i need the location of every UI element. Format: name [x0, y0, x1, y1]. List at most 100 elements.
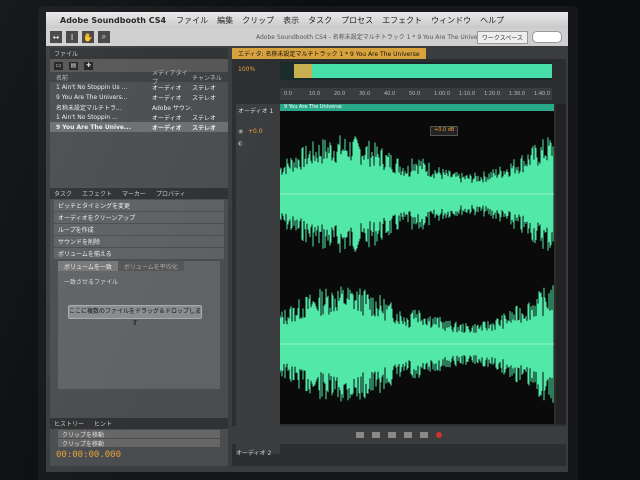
timecode-display: 00:00:00.000	[56, 450, 122, 460]
task-create-loop[interactable]: ループを作成	[54, 224, 224, 235]
overview-waveform[interactable]	[280, 62, 552, 80]
search-input[interactable]	[532, 31, 562, 43]
ruler-tick: 0.0	[284, 91, 292, 97]
menu-effects[interactable]: エフェクト	[382, 15, 422, 26]
file-name: 名称未設定マルチトラ...	[56, 104, 122, 112]
record-icon[interactable]	[436, 432, 442, 438]
tab-tasks[interactable]: タスク	[54, 189, 72, 198]
volume-subtabs: ボリュームを一致 ボリュームを平均化	[58, 261, 220, 271]
menu-process[interactable]: プロセス	[341, 15, 373, 26]
file-row-selected[interactable]: 9 You Are The Unive... オーディオ ステレオ	[50, 122, 228, 132]
track-controls: オーディオ 1 +0.0 ◉ ◐	[236, 104, 280, 454]
file-row[interactable]: 1 Ain't No Stoppin ... オーディオ ステレオ	[50, 112, 228, 122]
file-row[interactable]: 9 You Are The Univers... オーディオ ステレオ	[50, 92, 228, 102]
editor-tabs: エディタ: 名称未設定マルチトラック 1 * 9 You Are The Uni…	[232, 48, 566, 59]
col-channel[interactable]: チャンネル	[192, 73, 228, 82]
col-name[interactable]: 名前	[50, 73, 152, 82]
ruler-tick: 30.0	[359, 91, 371, 97]
file-channel: ステレオ	[192, 124, 217, 132]
files-tab[interactable]: ファイル	[54, 49, 78, 58]
open-folder-icon[interactable]: ▭	[54, 61, 63, 70]
ruler-tick: 1:10.0	[459, 91, 475, 97]
file-type: オーディオ	[152, 114, 182, 122]
clip-gain-hud[interactable]: +0.0 dB	[430, 126, 459, 136]
window-title: Adobe Soundbooth CS4 - 名称未設定マルチトラック 1 * …	[256, 34, 487, 41]
menu-help[interactable]: ヘルプ	[480, 15, 504, 26]
menu-clip[interactable]: クリップ	[242, 15, 274, 26]
ruler-tick: 40.0	[384, 91, 396, 97]
forward-icon[interactable]	[420, 432, 428, 438]
menu-view[interactable]: 表示	[283, 15, 299, 26]
history-item[interactable]: クリップを移動	[58, 439, 220, 448]
drop-files-zone[interactable]: ここに複数のファイルをドラッグ＆ドロップします	[68, 305, 202, 327]
history-item[interactable]: クリップを移動	[58, 430, 220, 439]
app-window: Adobe Soundbooth CS4 ファイル 編集 クリップ 表示 タスク…	[46, 12, 568, 472]
app-name[interactable]: Adobe Soundbooth CS4	[60, 16, 166, 25]
task-remove-sound[interactable]: サウンドを削除	[54, 236, 224, 247]
play-icon[interactable]	[388, 432, 396, 438]
file-type: Adobe サウン...	[152, 104, 192, 112]
ruler-tick: 1:00.0	[434, 91, 450, 97]
files-toolbar: ▭ ▤ ✚	[50, 59, 228, 72]
tab-tips[interactable]: ヒント	[94, 419, 112, 428]
menu-window[interactable]: ウィンドウ	[431, 15, 471, 26]
file-name: 1 Ain't No Stoppin ...	[56, 113, 118, 121]
menu-tasks[interactable]: タスク	[308, 15, 332, 26]
waveform-display[interactable]	[279, 104, 554, 424]
task-cleanup-audio[interactable]: オーディオをクリーンアップ	[54, 212, 224, 223]
file-row[interactable]: 名称未設定マルチトラ... Adobe サウン...	[50, 102, 228, 112]
menu-edit[interactable]: 編集	[217, 15, 233, 26]
volume-icon[interactable]: ◉	[238, 128, 243, 135]
tab-match-volume[interactable]: ボリュームを一致	[58, 261, 118, 271]
menu-file[interactable]: ファイル	[176, 15, 208, 26]
tab-effects[interactable]: エフェクト	[82, 189, 112, 198]
files-to-match-label: 一致させるファイル	[64, 279, 119, 286]
transport-controls	[232, 426, 566, 444]
ruler-tick: 10.0	[309, 91, 321, 97]
file-name: 9 You Are The Univers...	[56, 93, 128, 101]
waveform-track[interactable]: 9 You Are The Universe +0.0 dB	[279, 104, 554, 424]
history-panel: ヒストリー ヒント クリップを移動 クリップを移動 00:00:00.000	[50, 418, 228, 466]
go-start-icon[interactable]	[356, 432, 364, 438]
history-tabs: ヒストリー ヒント	[50, 418, 228, 429]
rewind-icon[interactable]	[372, 432, 380, 438]
files-panel-header: ファイル	[50, 48, 228, 59]
zoom-tool-icon[interactable]: ⌕	[98, 31, 110, 43]
new-file-icon[interactable]: ✚	[84, 61, 93, 70]
pan-icon[interactable]: ◐	[238, 140, 243, 147]
tab-markers[interactable]: マーカー	[122, 189, 146, 198]
ruler-tick: 50.0	[409, 91, 421, 97]
file-channel: ステレオ	[192, 84, 217, 92]
selection-tool-icon[interactable]: I	[66, 31, 78, 43]
import-icon[interactable]: ▤	[69, 61, 78, 70]
file-row[interactable]: 1 Ain't No Stoppin Us ... オーディオ ステレオ	[50, 82, 228, 92]
zoom-level[interactable]: 100%	[238, 66, 255, 73]
hand-tool-icon[interactable]: ✋	[82, 31, 94, 43]
files-column-header: 名前 メディアタイプ チャンネル	[50, 70, 228, 86]
time-ruler[interactable]: 0.0 10.0 20.0 30.0 40.0 50.0 1:00.0 1:10.0 1:20.…	[280, 88, 552, 100]
track-2-label: オーディオ 2	[236, 450, 272, 457]
match-volume-panel: ボリュームを一致 ボリュームを平均化 一致させるファイル ここに複数のファイルを…	[58, 261, 220, 389]
tab-average-volume[interactable]: ボリュームを平均化	[117, 261, 184, 271]
tab-history[interactable]: ヒストリー	[54, 419, 84, 428]
stop-icon[interactable]	[404, 432, 412, 438]
workspace-select[interactable]: ワークスペース	[476, 31, 528, 44]
ruler-tick: 20.0	[334, 91, 346, 97]
tab-editor-multitrack[interactable]: エディタ: 名称未設定マルチトラック 1 * 9 You Are The Uni…	[232, 48, 426, 59]
menu-bar: Adobe Soundbooth CS4 ファイル 編集 クリップ 表示 タスク…	[46, 12, 568, 28]
tab-properties[interactable]: プロパティ	[156, 189, 186, 198]
move-tool-icon[interactable]: ↔	[50, 31, 62, 43]
toolbar: ↔ I ✋ ⌕ Adobe Soundbooth CS4 - 名称未設定マルチト…	[46, 28, 568, 46]
track-gain-value[interactable]: +0.0	[248, 128, 263, 135]
task-change-pitch[interactable]: ピッチとタイミングを変更	[54, 200, 224, 211]
ruler-tick: 1:40.0	[534, 91, 550, 97]
task-match-volume[interactable]: ボリュームを揃える	[54, 248, 224, 259]
file-type: オーディオ	[152, 84, 182, 92]
track-1-label: オーディオ 1	[238, 108, 274, 115]
ruler-tick: 1:20.0	[484, 91, 500, 97]
clip-header[interactable]: 9 You Are The Universe	[280, 104, 554, 111]
editor-panel: エディタ: 名称未設定マルチトラック 1 * 9 You Are The Uni…	[232, 48, 566, 466]
ruler-tick: 1:30.0	[509, 91, 525, 97]
amplitude-scale	[556, 104, 566, 424]
tasks-panel: タスク エフェクト マーカー プロパティ ピッチとタイミングを変更 オーディオを…	[50, 188, 228, 391]
